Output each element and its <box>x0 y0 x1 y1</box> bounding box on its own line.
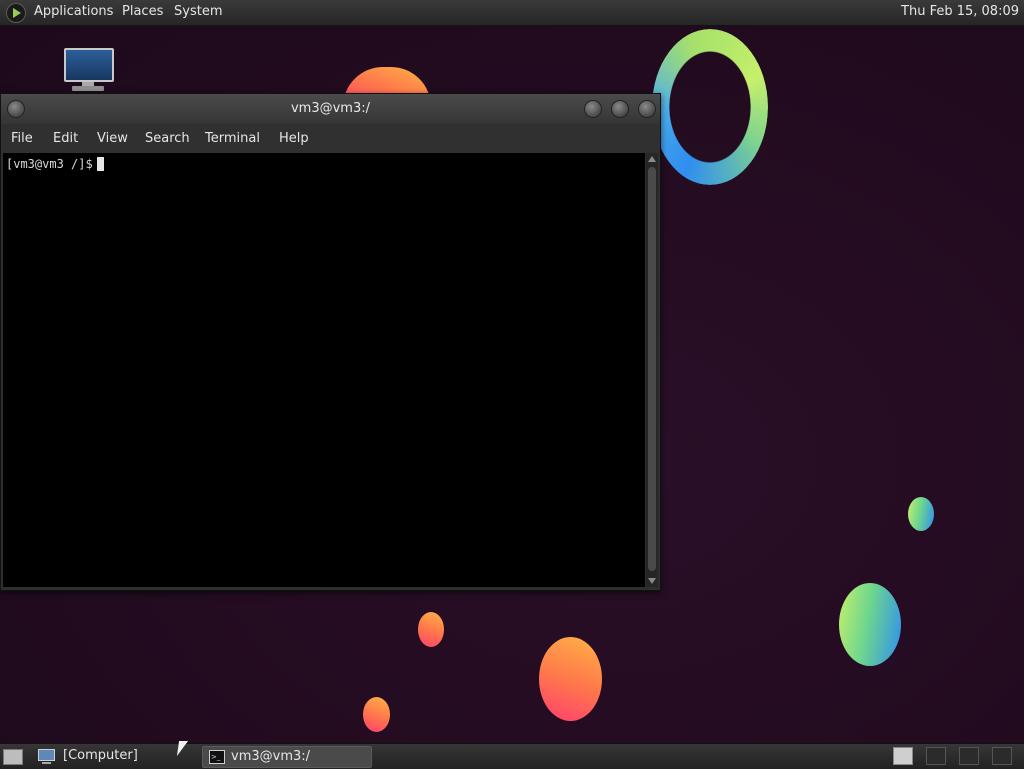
wallpaper-bubble <box>908 497 934 531</box>
terminal-menubar: File Edit View Search Terminal Help <box>1 124 660 153</box>
wallpaper-bubble <box>839 583 901 666</box>
taskbar-item-terminal[interactable]: >_ vm3@vm3:/ <box>202 746 372 768</box>
wallpaper-bubble <box>363 697 390 732</box>
applications-logo-icon[interactable] <box>6 3 26 23</box>
terminal-area[interactable]: [vm3@vm3 /]$ <box>3 153 645 587</box>
window-titlebar[interactable]: vm3@vm3:/ <box>1 94 660 124</box>
menu-edit[interactable]: Edit <box>53 131 78 146</box>
task-label: vm3@vm3:/ <box>231 749 311 764</box>
show-desktop-icon[interactable] <box>3 749 23 765</box>
top-panel: Applications Places System Thu Feb 15, 0… <box>0 0 1024 26</box>
close-button[interactable] <box>638 100 656 118</box>
wallpaper-ring <box>652 29 768 185</box>
computer-icon <box>38 749 55 764</box>
workspace-3[interactable] <box>959 747 979 765</box>
menu-terminal[interactable]: Terminal <box>205 131 260 146</box>
scroll-down-icon[interactable] <box>648 578 656 584</box>
clock[interactable]: Thu Feb 15, 08:09 <box>901 4 1019 19</box>
shell-prompt: [vm3@vm3 /]$ <box>6 157 93 171</box>
task-label: [Computer] <box>63 748 138 763</box>
prompt-line: [vm3@vm3 /]$ <box>6 157 104 171</box>
workspace-1[interactable] <box>893 747 913 765</box>
wallpaper-bubble <box>418 612 444 647</box>
menu-system[interactable]: System <box>174 4 222 19</box>
window-title: vm3@vm3:/ <box>290 101 370 116</box>
maximize-button[interactable] <box>611 100 629 118</box>
terminal-window[interactable]: vm3@vm3:/ File Edit View Search Terminal… <box>0 93 661 591</box>
terminal-scrollbar[interactable] <box>646 153 658 587</box>
menu-search[interactable]: Search <box>145 131 190 146</box>
workspace-4[interactable] <box>992 747 1012 765</box>
minimize-button[interactable] <box>584 100 602 118</box>
monitor-shape <box>64 48 114 82</box>
menu-view[interactable]: View <box>97 131 128 146</box>
monitor-base <box>72 86 104 91</box>
taskbar-item-computer[interactable]: [Computer] <box>34 746 194 766</box>
scroll-up-icon[interactable] <box>648 156 656 162</box>
menu-places[interactable]: Places <box>122 4 163 19</box>
scroll-thumb[interactable] <box>648 167 656 571</box>
workspace-2[interactable] <box>926 747 946 765</box>
computer-icon[interactable] <box>64 46 114 94</box>
text-cursor <box>96 157 104 171</box>
menu-file[interactable]: File <box>11 131 33 146</box>
menu-help[interactable]: Help <box>279 131 309 146</box>
bottom-panel: [Computer] >_ vm3@vm3:/ <box>0 743 1024 769</box>
menu-applications[interactable]: Applications <box>34 4 113 19</box>
wallpaper-bubble <box>539 637 602 721</box>
terminal-icon: >_ <box>209 750 225 764</box>
